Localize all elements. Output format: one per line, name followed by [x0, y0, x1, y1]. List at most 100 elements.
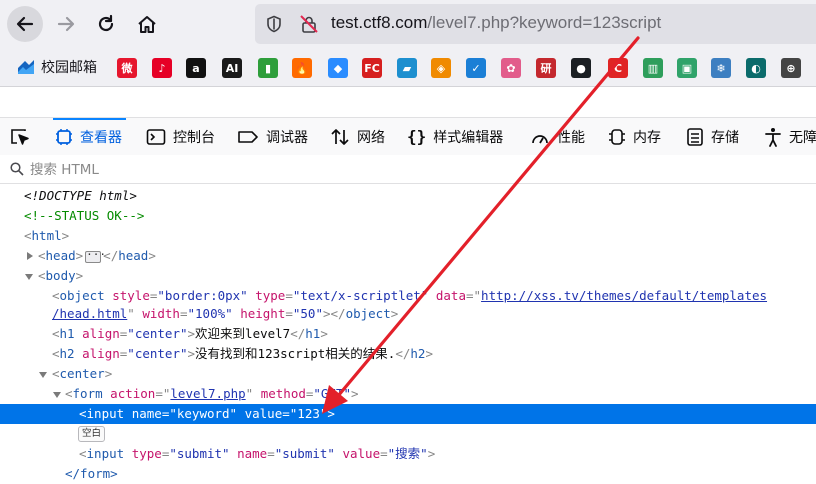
- fire-icon[interactable]: 🔥: [292, 58, 312, 78]
- head-tag: <head> ···</head>: [38, 247, 156, 263]
- fc-icon[interactable]: FC: [362, 58, 382, 78]
- form-open-tag: <form action="level7.php" method="GET">: [65, 386, 359, 401]
- collapse-toggle-icon[interactable]: [25, 274, 33, 280]
- tab-memory[interactable]: 内存: [608, 118, 661, 155]
- tab-label: 存储: [711, 129, 739, 146]
- doctype-text: <!DOCTYPE html>: [24, 188, 137, 203]
- home-icon: [138, 16, 156, 33]
- tree-node-html[interactable]: <html>: [0, 226, 816, 246]
- search-html-input[interactable]: [28, 158, 532, 182]
- tree-node-doctype[interactable]: <!DOCTYPE html>: [0, 186, 816, 206]
- tab-network[interactable]: 网络: [330, 118, 385, 155]
- search-icon: [10, 162, 24, 176]
- home-button[interactable]: [129, 6, 165, 42]
- insecure-lock-icon[interactable]: [299, 14, 319, 34]
- mail-bookmark-icon: [16, 58, 36, 76]
- tree-node-center[interactable]: <center>: [0, 364, 816, 384]
- h1-tag: <h1 align="center">欢迎来到level7</h1>: [52, 326, 328, 341]
- weibo-icon[interactable]: 微: [117, 58, 137, 78]
- collapse-toggle-icon[interactable]: [53, 392, 61, 398]
- devtools-toolbar: 查看器 控制台 调试器 网络 {} 样式编辑器 性能 内存 存储 无障: [0, 117, 816, 156]
- c-icon[interactable]: C: [608, 58, 628, 78]
- tab-accessibility[interactable]: 无障: [764, 118, 816, 155]
- tab-style-editor[interactable]: {} 样式编辑器: [407, 118, 503, 155]
- circle-icon[interactable]: ◐: [746, 58, 766, 78]
- back-button[interactable]: [7, 6, 43, 42]
- arrow-left-icon: [16, 16, 34, 32]
- tree-node-body[interactable]: <body>: [0, 266, 816, 286]
- reload-icon: [98, 14, 114, 32]
- netease-music-icon[interactable]: ♪: [152, 58, 172, 78]
- url-text[interactable]: test.ctf8.com/level7.php?keyword=123scri…: [331, 13, 661, 33]
- layers-icon[interactable]: ▥: [643, 58, 663, 78]
- amazon-icon[interactable]: a: [186, 58, 206, 78]
- tree-node-comment[interactable]: <!--STATUS OK-->: [0, 206, 816, 226]
- h2-tag: <h2 align="center">没有找到和123script相关的结果.<…: [52, 346, 433, 361]
- tree-node-head[interactable]: <head> ···</head>: [0, 246, 816, 266]
- tab-label: 样式编辑器: [433, 129, 504, 146]
- flower-icon[interactable]: ✿: [501, 58, 521, 78]
- tab-console[interactable]: 控制台: [146, 118, 215, 155]
- debugger-icon: [237, 128, 259, 146]
- tab-performance[interactable]: 性能: [530, 118, 585, 155]
- tree-node-form-close[interactable]: </form>: [0, 464, 816, 484]
- tab-label: 内存: [633, 129, 661, 146]
- form-action-link[interactable]: level7.php: [170, 386, 245, 401]
- storage-icon: [686, 127, 704, 147]
- tree-node-input-submit[interactable]: <input type="submit" name="submit" value…: [0, 444, 816, 464]
- console-icon: [146, 128, 166, 146]
- tab-debugger[interactable]: 调试器: [237, 118, 308, 155]
- url-host: test.ctf8.com: [331, 13, 428, 32]
- book-icon[interactable]: ▰: [397, 58, 417, 78]
- object-data-link[interactable]: http://xss.tv/themes/default/templates: [481, 288, 767, 303]
- browser-navigation-bar: test.ctf8.com/level7.php?keyword=123scri…: [0, 0, 816, 50]
- object-data-link-tail[interactable]: /head.html: [52, 306, 127, 321]
- check-icon[interactable]: ✓: [466, 58, 486, 78]
- tree-node-object-continued[interactable]: /head.html" width="100%" height="50"></o…: [0, 304, 816, 324]
- tab-inspector[interactable]: 查看器: [53, 118, 126, 155]
- network-icon: [330, 127, 350, 147]
- bookmarks-toolbar: 校园邮箱 微 ♪ a AI ▮ 🔥 ◆ FC ▰ ◈ ✓ ✿ 研 ● C ▥ ▣ ❄ ◐ ⊕: [0, 50, 816, 87]
- expand-toggle-icon[interactable]: [27, 252, 33, 260]
- orange-icon[interactable]: ◈: [431, 58, 451, 78]
- tab-label: 调试器: [266, 129, 308, 146]
- collapsed-ellipsis-icon[interactable]: ···: [85, 249, 106, 263]
- object-tag: <object style="border:0px" type="text/x-…: [52, 288, 768, 303]
- tab-storage[interactable]: 存储: [686, 118, 739, 155]
- url-bar[interactable]: test.ctf8.com/level7.php?keyword=123scri…: [255, 4, 816, 44]
- center-open-tag: <center>: [52, 366, 113, 381]
- memory-icon: [608, 127, 626, 147]
- tree-node-object[interactable]: <object style="border:0px" type="text/x-…: [0, 286, 816, 306]
- snowflake-icon[interactable]: ❄: [711, 58, 731, 78]
- bookmark-label: 校园邮箱: [41, 60, 97, 76]
- markup-tree: <!DOCTYPE html> <!--STATUS OK--> <html> …: [0, 184, 816, 481]
- vault-icon[interactable]: ▣: [677, 58, 697, 78]
- comment-text: <!--STATUS OK-->: [24, 208, 145, 223]
- cube-icon[interactable]: ◆: [328, 58, 348, 78]
- reload-button[interactable]: [88, 6, 124, 42]
- braces-icon: {}: [407, 127, 427, 146]
- whitespace-badge[interactable]: 空白: [78, 426, 106, 442]
- ai-icon[interactable]: AI: [222, 58, 242, 78]
- page-content-area: [0, 87, 816, 117]
- gauge-icon: [530, 128, 550, 146]
- url-path: /level7.php?keyword=123script: [427, 13, 662, 32]
- globe-icon[interactable]: ⊕: [781, 58, 801, 78]
- collapse-toggle-icon[interactable]: [39, 372, 47, 378]
- bookmark-campus-mail[interactable]: 校园邮箱: [16, 57, 97, 77]
- tree-node-h2[interactable]: <h2 align="center">没有找到和123script相关的结果.<…: [0, 344, 816, 364]
- green-book-icon[interactable]: ▮: [258, 58, 278, 78]
- github-icon[interactable]: ●: [571, 58, 591, 78]
- tab-label: 性能: [557, 129, 585, 146]
- seal-icon[interactable]: 研: [536, 58, 556, 78]
- html-open-tag: <html>: [24, 228, 70, 243]
- tree-node-h1[interactable]: <h1 align="center">欢迎来到level7</h1>: [0, 324, 816, 344]
- accessibility-icon: [764, 127, 782, 147]
- tree-node-form[interactable]: <form action="level7.php" method="GET">: [0, 384, 816, 404]
- tree-node-whitespace[interactable]: 空白: [0, 424, 816, 444]
- tab-label: 查看器: [80, 129, 122, 146]
- tree-node-input-keyword-selected[interactable]: <input name="keyword" value="123">: [0, 404, 816, 424]
- forward-button[interactable]: [48, 6, 84, 42]
- tracking-protection-shield-icon[interactable]: [265, 15, 283, 33]
- element-picker-icon[interactable]: [10, 128, 30, 146]
